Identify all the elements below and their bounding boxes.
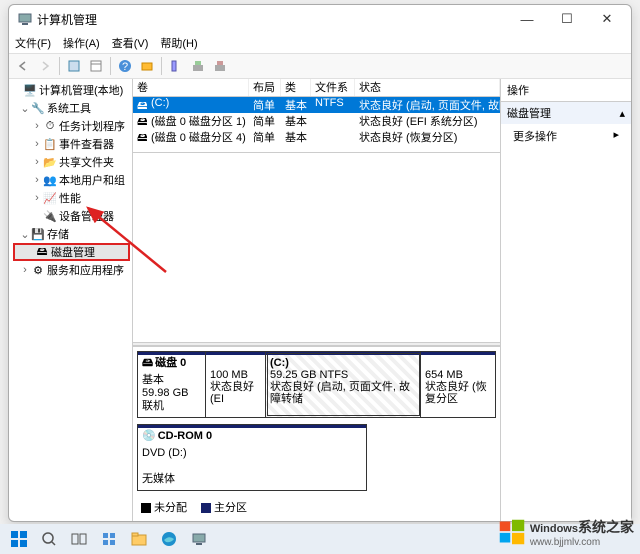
help-icon[interactable]: ? (115, 56, 135, 76)
window-title: 计算机管理 (37, 11, 507, 28)
tree-root[interactable]: 🖥️计算机管理(本地) (11, 81, 130, 99)
volume-row[interactable]: 🖴 (磁盘 0 磁盘分区 1) 简单 基本 状态良好 (EFI 系统分区) (133, 113, 500, 129)
col-type[interactable]: 类型 (281, 79, 311, 96)
nav-tree[interactable]: 🖥️计算机管理(本地) ⌄🔧系统工具 ›⏱任务计划程序 ›📋事件查看器 ›📂共享… (9, 79, 133, 521)
actions-pane: 操作 磁盘管理▴ 更多操作▸ (501, 79, 631, 521)
explorer-icon[interactable] (126, 526, 152, 552)
disk-0[interactable]: 🖴磁盘 0 基本 59.98 GB 联机 100 MB 状态良好 (EI (137, 351, 496, 418)
cdrom-0[interactable]: 💿CD-ROM 0 DVD (D:) 无媒体 (137, 424, 367, 491)
minimize-button[interactable]: — (507, 5, 547, 33)
task-view-icon[interactable] (66, 526, 92, 552)
menu-help[interactable]: 帮助(H) (160, 35, 197, 51)
maximize-button[interactable]: ☐ (547, 5, 587, 33)
partition-efi[interactable]: 100 MB 状态良好 (EI (206, 352, 266, 417)
volume-list-header[interactable]: 卷 布局 类型 文件系统 状态 (133, 79, 500, 97)
menu-file[interactable]: 文件(F) (15, 35, 51, 51)
menu-view[interactable]: 查看(V) (112, 35, 149, 51)
chevron-right-icon: ▸ (613, 128, 619, 144)
volume-row[interactable]: 🖴 (C:) 简单 基本 NTFS 状态良好 (启动, 页面文件, 故障转储, … (133, 97, 500, 113)
forward-button[interactable] (35, 56, 55, 76)
actions-header: 操作 (501, 79, 631, 102)
actions-section[interactable]: 磁盘管理▴ (501, 102, 631, 124)
col-status[interactable]: 状态 (355, 79, 500, 96)
tb-icon-1[interactable] (64, 56, 84, 76)
volume-row[interactable]: 🖴 (磁盘 0 磁盘分区 4) 简单 基本 状态良好 (恢复分区) (133, 129, 500, 145)
toolbar: ? (9, 53, 631, 79)
back-button[interactable] (13, 56, 33, 76)
tree-performance[interactable]: ›📈性能 (11, 189, 130, 207)
start-button[interactable] (6, 526, 32, 552)
partition-c[interactable]: (C:) 59.25 GB NTFS 状态良好 (启动, 页面文件, 故障转储 (266, 352, 421, 417)
search-icon[interactable] (36, 526, 62, 552)
tree-disk-management[interactable]: 🖴磁盘管理 (13, 243, 130, 261)
tb-icon-5[interactable] (210, 56, 230, 76)
menu-action[interactable]: 操作(A) (63, 35, 100, 51)
svg-text:?: ? (122, 61, 128, 73)
tb-icon-3[interactable] (137, 56, 157, 76)
volume-list[interactable]: 🖴 (C:) 简单 基本 NTFS 状态良好 (启动, 页面文件, 故障转储, … (133, 97, 500, 152)
titlebar[interactable]: 计算机管理 — ☐ ✕ (9, 5, 631, 33)
menubar: 文件(F) 操作(A) 查看(V) 帮助(H) (9, 33, 631, 53)
disk-graphical-view: 🖴磁盘 0 基本 59.98 GB 联机 100 MB 状态良好 (EI (133, 346, 500, 521)
col-layout[interactable]: 布局 (249, 79, 281, 96)
center-pane: 卷 布局 类型 文件系统 状态 🖴 (C:) 简单 基本 NTFS 状态良好 (… (133, 79, 501, 521)
tb-icon-2[interactable] (86, 56, 106, 76)
tree-shared-folders[interactable]: ›📂共享文件夹 (11, 153, 130, 171)
legend: 未分配 主分区 (137, 497, 496, 517)
app-taskbar-icon[interactable] (186, 526, 212, 552)
tree-local-users[interactable]: ›👥本地用户和组 (11, 171, 130, 189)
disk-0-info: 🖴磁盘 0 基本 59.98 GB 联机 (138, 352, 206, 417)
widgets-icon[interactable] (96, 526, 122, 552)
collapse-icon: ▴ (619, 107, 625, 120)
partition-recovery[interactable]: 654 MB 状态良好 (恢复分区 (421, 352, 495, 417)
tree-device-manager[interactable]: 🔌设备管理器 (11, 207, 130, 225)
tb-icon-4[interactable] (188, 56, 208, 76)
tree-task-scheduler[interactable]: ›⏱任务计划程序 (11, 117, 130, 135)
col-fs[interactable]: 文件系统 (311, 79, 355, 96)
col-volume[interactable]: 卷 (133, 79, 249, 96)
tb-flag-icon[interactable] (166, 56, 186, 76)
computer-management-window: 计算机管理 — ☐ ✕ 文件(F) 操作(A) 查看(V) 帮助(H) ? 🖥️… (8, 4, 632, 522)
tree-event-viewer[interactable]: ›📋事件查看器 (11, 135, 130, 153)
tree-system-tools[interactable]: ⌄🔧系统工具 (11, 99, 130, 117)
app-icon (17, 11, 33, 27)
edge-icon[interactable] (156, 526, 182, 552)
actions-more[interactable]: 更多操作▸ (501, 124, 631, 148)
tree-storage[interactable]: ⌄💾存储 (11, 225, 130, 243)
tree-services-apps[interactable]: ›⚙服务和应用程序 (11, 261, 130, 279)
body: 🖥️计算机管理(本地) ⌄🔧系统工具 ›⏱任务计划程序 ›📋事件查看器 ›📂共享… (9, 79, 631, 521)
windows-logo-icon (498, 518, 526, 546)
watermark: Windows系统之家 www.bjjmlv.com (498, 516, 634, 548)
empty-area (133, 152, 500, 342)
close-button[interactable]: ✕ (587, 5, 627, 33)
